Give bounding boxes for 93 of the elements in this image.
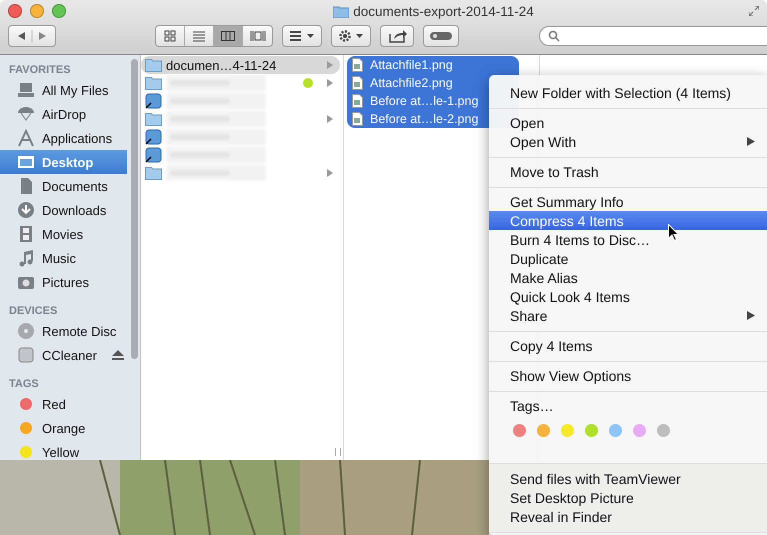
toggle-icon [429, 31, 453, 41]
menu-item[interactable]: Quick Look 4 Items [489, 287, 767, 306]
disclosure-arrow-icon [327, 61, 333, 69]
folder-icon [145, 166, 162, 180]
sidebar-item[interactable]: Desktop [0, 150, 127, 174]
zoom-button[interactable] [52, 4, 66, 18]
sidebar-item[interactable]: Orange [0, 416, 127, 440]
icons-view-icon [162, 30, 178, 42]
sidebar-item[interactable]: Documents [0, 174, 127, 198]
back-forward-button[interactable] [8, 25, 56, 47]
menu-item[interactable]: Duplicate [489, 249, 767, 268]
app-icon [145, 147, 162, 163]
fullscreen-icon[interactable] [749, 6, 759, 16]
menu-item[interactable]: Compress 4 Items [489, 211, 767, 230]
menu-item[interactable]: Make Alias [489, 268, 767, 287]
menu-item[interactable]: Set Desktop Picture [489, 488, 767, 507]
movies-icon [17, 225, 35, 243]
desktop-icon [17, 153, 35, 171]
menu-item[interactable]: Copy 4 Items [489, 336, 767, 355]
menu-item[interactable]: Open With [489, 132, 767, 151]
menu-item[interactable]: Reveal in Finder [489, 507, 767, 526]
search-icon [548, 30, 560, 42]
folder-icon [145, 58, 162, 72]
disclosure-arrow-icon [327, 115, 333, 123]
coverflow-view-icon [250, 30, 266, 42]
share-button[interactable] [380, 25, 414, 47]
apps-icon [17, 129, 35, 147]
arrange-button[interactable] [282, 25, 322, 47]
sidebar-item[interactable]: Yellow [0, 440, 127, 460]
scrollbar[interactable] [131, 59, 138, 359]
menu-item[interactable]: Share [489, 306, 767, 325]
app-icon [145, 93, 162, 109]
tags-button[interactable] [423, 25, 459, 47]
tag-color-dot[interactable] [633, 424, 646, 437]
menu-item[interactable]: Burn 4 Items to Disc… [489, 230, 767, 249]
menu-item[interactable]: Show View Options [489, 366, 767, 385]
settings-button[interactable] [331, 25, 371, 47]
folder-icon [333, 4, 350, 18]
submenu-arrow-icon [747, 311, 755, 320]
folder-icon [145, 76, 162, 90]
tag-color-dot[interactable] [657, 424, 670, 437]
sidebar-item[interactable]: AirDrop [0, 102, 127, 126]
disclosure-arrow-icon [327, 79, 333, 87]
sidebar-item[interactable]: Remote Disc [0, 319, 127, 343]
tag-color-dot[interactable] [585, 424, 598, 437]
sidebar-item[interactable]: Pictures [0, 270, 127, 294]
columns-view-button[interactable] [214, 26, 243, 46]
menu-item[interactable]: Send files with TeamViewer [489, 469, 767, 488]
menu-item[interactable]: Get Summary Info [489, 192, 767, 211]
sidebar-heading: FAVORITES [8, 63, 72, 78]
app-icon [145, 129, 162, 145]
drive-icon [17, 346, 35, 364]
sidebar-item[interactable]: Music [0, 246, 127, 270]
sidebar-heading: DEVICES [8, 304, 58, 319]
pointer-icon [668, 224, 679, 241]
airdrop-icon [17, 105, 35, 123]
sidebar-heading: TAGS [8, 377, 40, 392]
sidebar-item[interactable]: Movies [0, 222, 127, 246]
sidebar-item[interactable]: Applications [0, 126, 127, 150]
image-file-icon [352, 94, 363, 108]
tag-color-dot[interactable] [537, 424, 550, 437]
menu-item[interactable]: Tags… [489, 396, 767, 415]
file-row[interactable]: Attachfile1.png [347, 56, 519, 74]
sidebar-item[interactable]: All My Files [0, 78, 127, 102]
sidebar-item[interactable]: Downloads [0, 198, 127, 222]
folder-icon [145, 112, 162, 126]
image-file-icon [352, 58, 363, 72]
tag-color-dot[interactable] [513, 424, 526, 437]
view-mode-control[interactable] [155, 25, 273, 47]
close-button[interactable] [8, 4, 22, 18]
minimize-button[interactable] [30, 4, 44, 18]
submenu-arrow-icon [747, 137, 755, 146]
list-view-icon [191, 30, 207, 42]
disc-icon [17, 322, 35, 340]
window-title: documents-export-2014-11-24 [353, 4, 534, 18]
column-resize-handle[interactable] [335, 448, 341, 456]
eject-icon[interactable] [112, 350, 124, 360]
tag-color-dot[interactable] [609, 424, 622, 437]
arrange-icon [288, 30, 316, 42]
menu-item[interactable]: Move to Trash [489, 162, 767, 181]
music-icon [17, 249, 35, 267]
tag-color-dot[interactable] [561, 424, 574, 437]
files-icon [17, 81, 35, 99]
gear-icon [337, 29, 365, 43]
sidebar-item[interactable]: Red [0, 392, 127, 416]
disclosure-arrow-icon [327, 169, 333, 177]
image-file-icon [352, 112, 363, 126]
columns-view-icon [220, 30, 236, 42]
downloads-icon [17, 201, 35, 219]
image-file-icon [352, 76, 363, 90]
sidebar-item[interactable]: CCleaner [0, 343, 127, 367]
file-row[interactable]: documen…4-11-24 [141, 56, 340, 74]
search-field[interactable] [539, 26, 767, 46]
